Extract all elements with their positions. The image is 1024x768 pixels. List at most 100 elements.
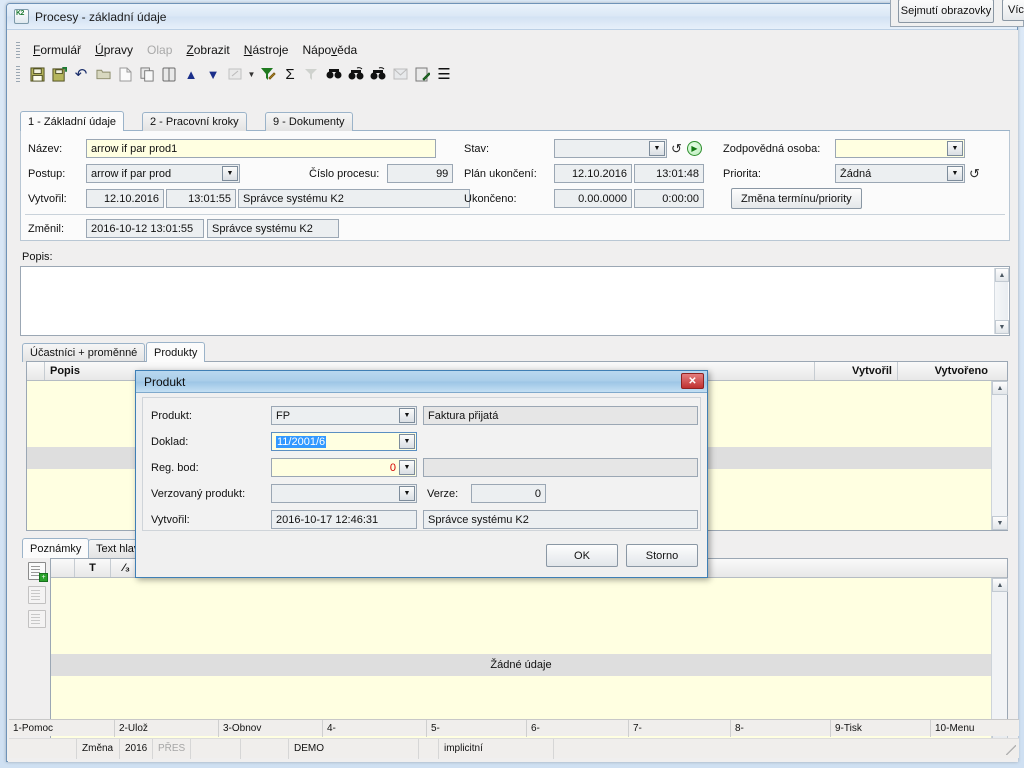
stav-run-icon[interactable]: ▶ xyxy=(687,141,702,156)
chevron-down-icon[interactable]: ▼ xyxy=(947,141,963,156)
edit-note-icon[interactable] xyxy=(28,586,46,604)
notes-grid[interactable]: T ⁄₃ Ř₄ Žádné údaje ▲ ▼ xyxy=(50,558,1008,742)
fkey-6[interactable]: 6- xyxy=(527,720,629,737)
move-up-icon[interactable]: ▲ xyxy=(180,63,202,85)
fkey-3[interactable]: 3-Obnov xyxy=(219,720,323,737)
chevron-down-icon[interactable]: ▼ xyxy=(399,408,415,423)
move-down-icon[interactable]: ▼ xyxy=(202,63,224,85)
tab-zakladni-udaje[interactable]: 1 - Základní údaje xyxy=(20,111,124,131)
priorita-combo[interactable]: Žádná ▼ xyxy=(835,164,965,183)
fkey-4[interactable]: 4- xyxy=(323,720,427,737)
scroll-up-icon[interactable]: ▲ xyxy=(992,578,1008,592)
dropdown-arrow-icon[interactable]: ▼ xyxy=(246,63,257,85)
cancel-button[interactable]: Storno xyxy=(626,544,698,567)
dialog-verzovany-combo[interactable]: ▼ xyxy=(271,484,417,503)
zodpovedna-label: Zodpovědná osoba: xyxy=(723,143,835,155)
toolbar-gripper[interactable] xyxy=(16,66,20,82)
priorita-history-icon[interactable]: ↺ xyxy=(969,166,980,182)
chevron-down-icon[interactable]: ▼ xyxy=(399,486,415,501)
plan-ukonceni-time[interactable]: 13:01:48 xyxy=(634,164,704,183)
function-key-bar: 1-Pomoc 2-Ulož 3-Obnov 4- 5- 6- 7- 8- 9-… xyxy=(9,719,1019,736)
close-icon[interactable]: ✕ xyxy=(681,373,704,389)
notes-grid-scrollbar[interactable]: ▲ ▼ xyxy=(991,578,1007,741)
edit-filter-icon[interactable] xyxy=(257,63,279,85)
vytvoril-user: Správce systému K2 xyxy=(238,189,470,208)
zodpovedna-combo[interactable]: ▼ xyxy=(835,139,965,158)
scroll-up-icon[interactable]: ▲ xyxy=(995,268,1009,282)
new-document-icon[interactable] xyxy=(114,63,136,85)
fkey-2[interactable]: 2-Ulož xyxy=(115,720,219,737)
dialog-produkt-value: FP xyxy=(276,410,310,422)
notes-icon[interactable] xyxy=(411,63,433,85)
sum-icon[interactable]: Σ xyxy=(279,63,301,85)
nazev-input[interactable]: arrow if par prod1 xyxy=(86,139,436,158)
grid-col-vytvoreno[interactable]: Vytvořeno xyxy=(898,362,993,380)
status-cell-9 xyxy=(554,739,1019,759)
zmenil-user: Správce systému K2 xyxy=(207,219,339,238)
scroll-down-icon[interactable]: ▼ xyxy=(995,320,1009,334)
chevron-down-icon[interactable]: ▼ xyxy=(399,434,415,449)
copy-icon[interactable] xyxy=(136,63,158,85)
tab-dokumenty[interactable]: 9 - Dokumenty xyxy=(265,112,353,131)
dialog-produkt-combo[interactable]: FP ▼ xyxy=(271,406,417,425)
mail-icon[interactable] xyxy=(389,63,411,85)
more-options-button[interactable]: Více xyxy=(1002,0,1024,21)
stav-history-icon[interactable]: ↺ xyxy=(671,141,682,157)
menu-napoveda[interactable]: Nápověda xyxy=(295,41,364,59)
fkey-7[interactable]: 7- xyxy=(629,720,731,737)
popis-textarea[interactable]: ▲ ▼ xyxy=(20,266,1010,336)
cislo-procesu-input[interactable]: 99 xyxy=(387,164,453,183)
chevron-down-icon[interactable]: ▼ xyxy=(649,141,665,156)
chevron-down-icon[interactable]: ▼ xyxy=(222,166,238,181)
open-folder-icon[interactable] xyxy=(92,63,114,85)
menu-formular[interactable]: Formulář xyxy=(26,41,88,59)
menu-upravy[interactable]: Úpravy xyxy=(88,41,140,59)
paste-icon[interactable] xyxy=(158,63,180,85)
resize-grip-icon[interactable] xyxy=(1006,745,1016,755)
postup-combo[interactable]: arrow if par prod ▼ xyxy=(86,164,240,183)
tab-pracovni-kroky[interactable]: 2 - Pracovní kroky xyxy=(142,112,247,131)
bottomtab-poznamky[interactable]: Poznámky xyxy=(22,538,89,558)
popis-scrollbar[interactable]: ▲ ▼ xyxy=(994,268,1008,334)
status-cell-year: 2016 xyxy=(120,739,153,759)
subtab-produkty[interactable]: Produkty xyxy=(146,342,205,362)
ok-button[interactable]: OK xyxy=(546,544,618,567)
undo-icon[interactable]: ↶ xyxy=(70,63,92,85)
plan-ukonceni-date[interactable]: 12.10.2016 xyxy=(554,164,632,183)
chevron-down-icon[interactable]: ▼ xyxy=(947,166,963,181)
find-next-icon[interactable] xyxy=(345,63,367,85)
copy-note-icon[interactable] xyxy=(28,610,46,628)
stav-combo[interactable]: ▼ xyxy=(554,139,667,158)
menu-zobrazit[interactable]: Zobrazit xyxy=(179,41,236,59)
find-icon[interactable] xyxy=(323,63,345,85)
fkey-5[interactable]: 5- xyxy=(427,720,527,737)
add-note-icon[interactable]: + xyxy=(28,562,46,580)
fkey-10[interactable]: 10-Menu xyxy=(931,720,1019,737)
fkey-9[interactable]: 9-Tisk xyxy=(831,720,931,737)
save-icon[interactable] xyxy=(26,63,48,85)
produkty-grid-scrollbar[interactable]: ▲ ▼ xyxy=(991,381,1007,530)
subtab-ucastnici[interactable]: Účastníci + proměnné xyxy=(22,343,145,362)
chevron-down-icon[interactable]: ▼ xyxy=(399,460,415,475)
find-prev-icon[interactable] xyxy=(367,63,389,85)
dialog-doklad-combo[interactable]: 11/2001/6 ▼ xyxy=(271,432,417,451)
menu-gripper[interactable] xyxy=(16,42,20,58)
grid-col-vytvoril[interactable]: Vytvořil xyxy=(815,362,898,380)
capture-screen-button[interactable]: Sejmutí obrazovky xyxy=(898,0,994,23)
dialog-vytvoril-datetime: 2016-10-17 12:46:31 xyxy=(271,510,417,529)
notes-col-blank xyxy=(51,559,75,577)
menu-icon[interactable]: ☰ xyxy=(433,63,455,85)
scroll-up-icon[interactable]: ▲ xyxy=(992,381,1008,395)
dialog-reg-bod-combo[interactable]: 0 ▼ xyxy=(271,458,417,477)
menu-nastroje[interactable]: Nástroje xyxy=(237,41,296,59)
save-as-icon[interactable] xyxy=(48,63,70,85)
clear-filter-icon[interactable] xyxy=(301,63,323,85)
scroll-down-icon[interactable]: ▼ xyxy=(992,516,1008,530)
refresh-icon[interactable] xyxy=(224,63,246,85)
zmena-terminu-priority-button[interactable]: Změna termínu/priority xyxy=(731,188,862,209)
notes-col-t[interactable]: T xyxy=(75,559,111,577)
status-cell-overwrite: PŘES xyxy=(153,739,191,759)
main-tabstrip: 1 - Základní údaje 2 - Pracovní kroky 9 … xyxy=(20,112,1010,131)
fkey-1[interactable]: 1-Pomoc xyxy=(9,720,115,737)
fkey-8[interactable]: 8- xyxy=(731,720,831,737)
